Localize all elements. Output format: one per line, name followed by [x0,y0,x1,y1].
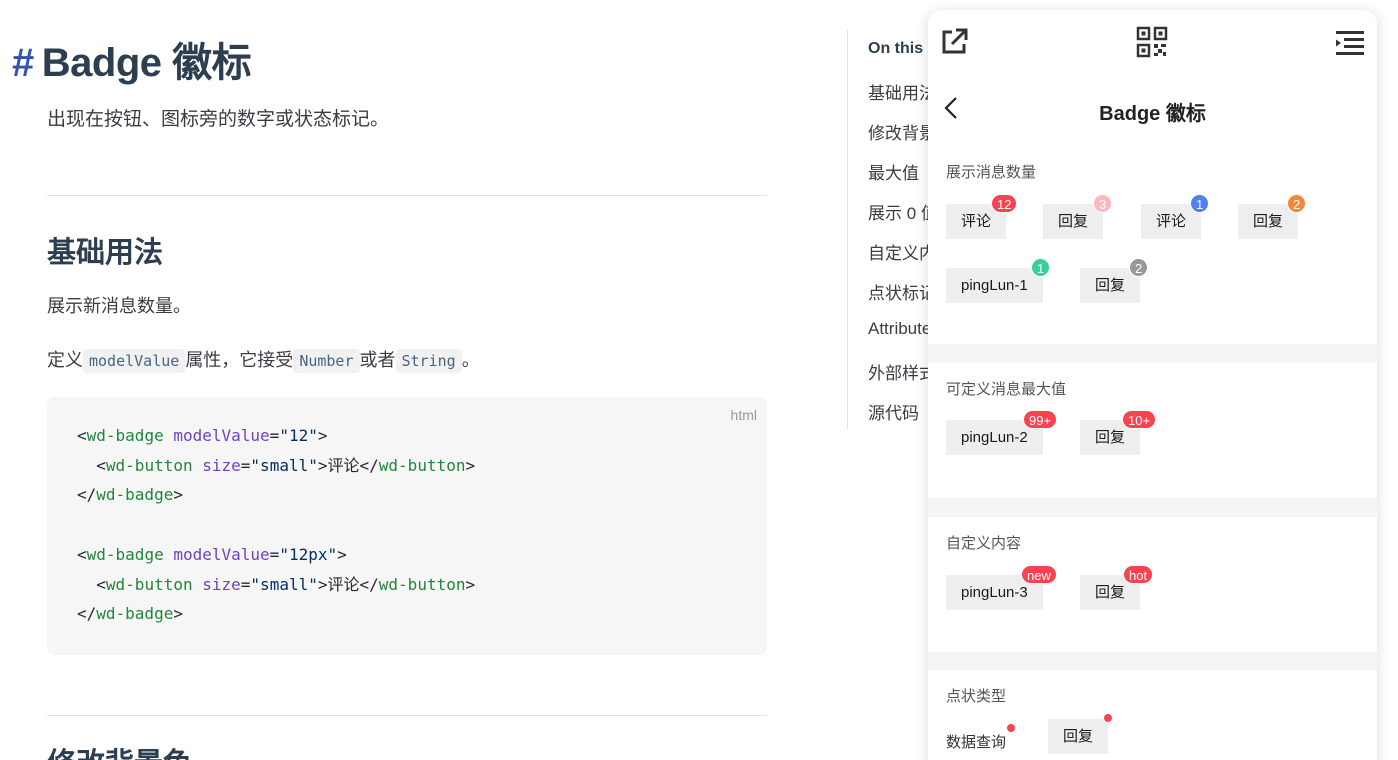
count-badge: 3 [1093,194,1113,213]
mobile-preview: Badge 徽标 展示消息数量 评论 12 回复 3 评论 1 回复 2 pin… [928,10,1377,760]
demo-section-dot: 点状类型 数据查询 回复 [928,670,1377,760]
qrcode-icon[interactable] [1136,26,1168,58]
page-lead: 出现在按钮、图标旁的数字或状态标记。 [47,109,390,130]
dot-badge [1104,714,1112,722]
code-block: html <wd-badge modelValue="12"> <wd-butt… [47,397,767,655]
pinglun-button[interactable]: pingLun-1 [946,268,1043,303]
divider [47,195,767,196]
data-query-text: 数据查询 [946,734,1007,751]
page-title: # Badge 徽标 [12,30,252,88]
nav-bar: Badge 徽标 [928,80,1377,136]
outline-item[interactable]: 源代码 [868,399,919,424]
custom-badge: hot [1123,565,1154,584]
menu-icon[interactable] [1334,26,1366,58]
max-badge: 99+ [1023,410,1058,429]
section-title-bgcolor: 修改背景色 [47,740,192,760]
section-title: 可定义消息最大值 [946,381,1067,398]
demo-section-custom: 自定义内容 pingLun-3 new 回复 hot [928,517,1377,652]
outline-item[interactable]: 点状标记 [868,279,936,304]
external-link-icon[interactable] [938,26,970,58]
count-badge: 2 [1287,194,1307,213]
define-mid: 属性，它接受 [185,350,294,370]
code-content: <wd-badge modelValue="12"> <wd-button si… [77,426,476,624]
count-badge: 1 [1031,258,1051,277]
page-title-text: Badge 徽标 [41,41,252,85]
nav-title: Badge 徽标 [1099,103,1206,125]
doc-content: # Badge 徽标 出现在按钮、图标旁的数字或状态标记。 基础用法 展示新消息数… [0,0,800,760]
inline-code-modelvalue: modelValue [83,349,186,373]
outline-item[interactable]: 最大值 [868,159,919,184]
preview-body: Badge 徽标 展示消息数量 评论 12 回复 3 评论 1 回复 2 pin… [928,80,1377,760]
section-title: 展示消息数量 [946,164,1037,181]
reply-button[interactable]: 回复 [1048,719,1109,754]
section-desc: 展示新消息数量。 [47,296,191,316]
preview-toolbar [928,10,1377,78]
count-badge: 1 [1190,194,1210,213]
code-lang-label: html [730,407,757,423]
count-badge: 12 [991,194,1018,213]
divider [47,715,767,716]
section-title-basic: 基础用法 [47,237,164,269]
custom-badge: new [1021,565,1057,584]
define-paragraph: 定义 modelValue 属性，它接受 Number 或者 String。 [47,346,480,373]
dot-badge [1007,724,1015,732]
header-anchor[interactable]: # [12,41,34,85]
define-or: 或者 [359,350,396,370]
demo-section-count: 展示消息数量 评论 12 回复 3 评论 1 回复 2 pingLun-1 1 … [928,136,1377,344]
outline-item[interactable]: 基础用法 [868,79,936,104]
inline-code-number: Number [293,349,360,373]
count-badge: 2 [1129,258,1149,277]
section-title: 自定义内容 [946,535,1022,552]
inline-code-string: String [395,349,462,373]
section-title: 点状类型 [946,688,1007,705]
max-badge: 10+ [1122,410,1157,429]
define-end: 。 [461,350,480,370]
define-prefix: 定义 [47,350,83,370]
demo-section-max: 可定义消息最大值 pingLun-2 99+ 回复 10+ [928,363,1377,498]
